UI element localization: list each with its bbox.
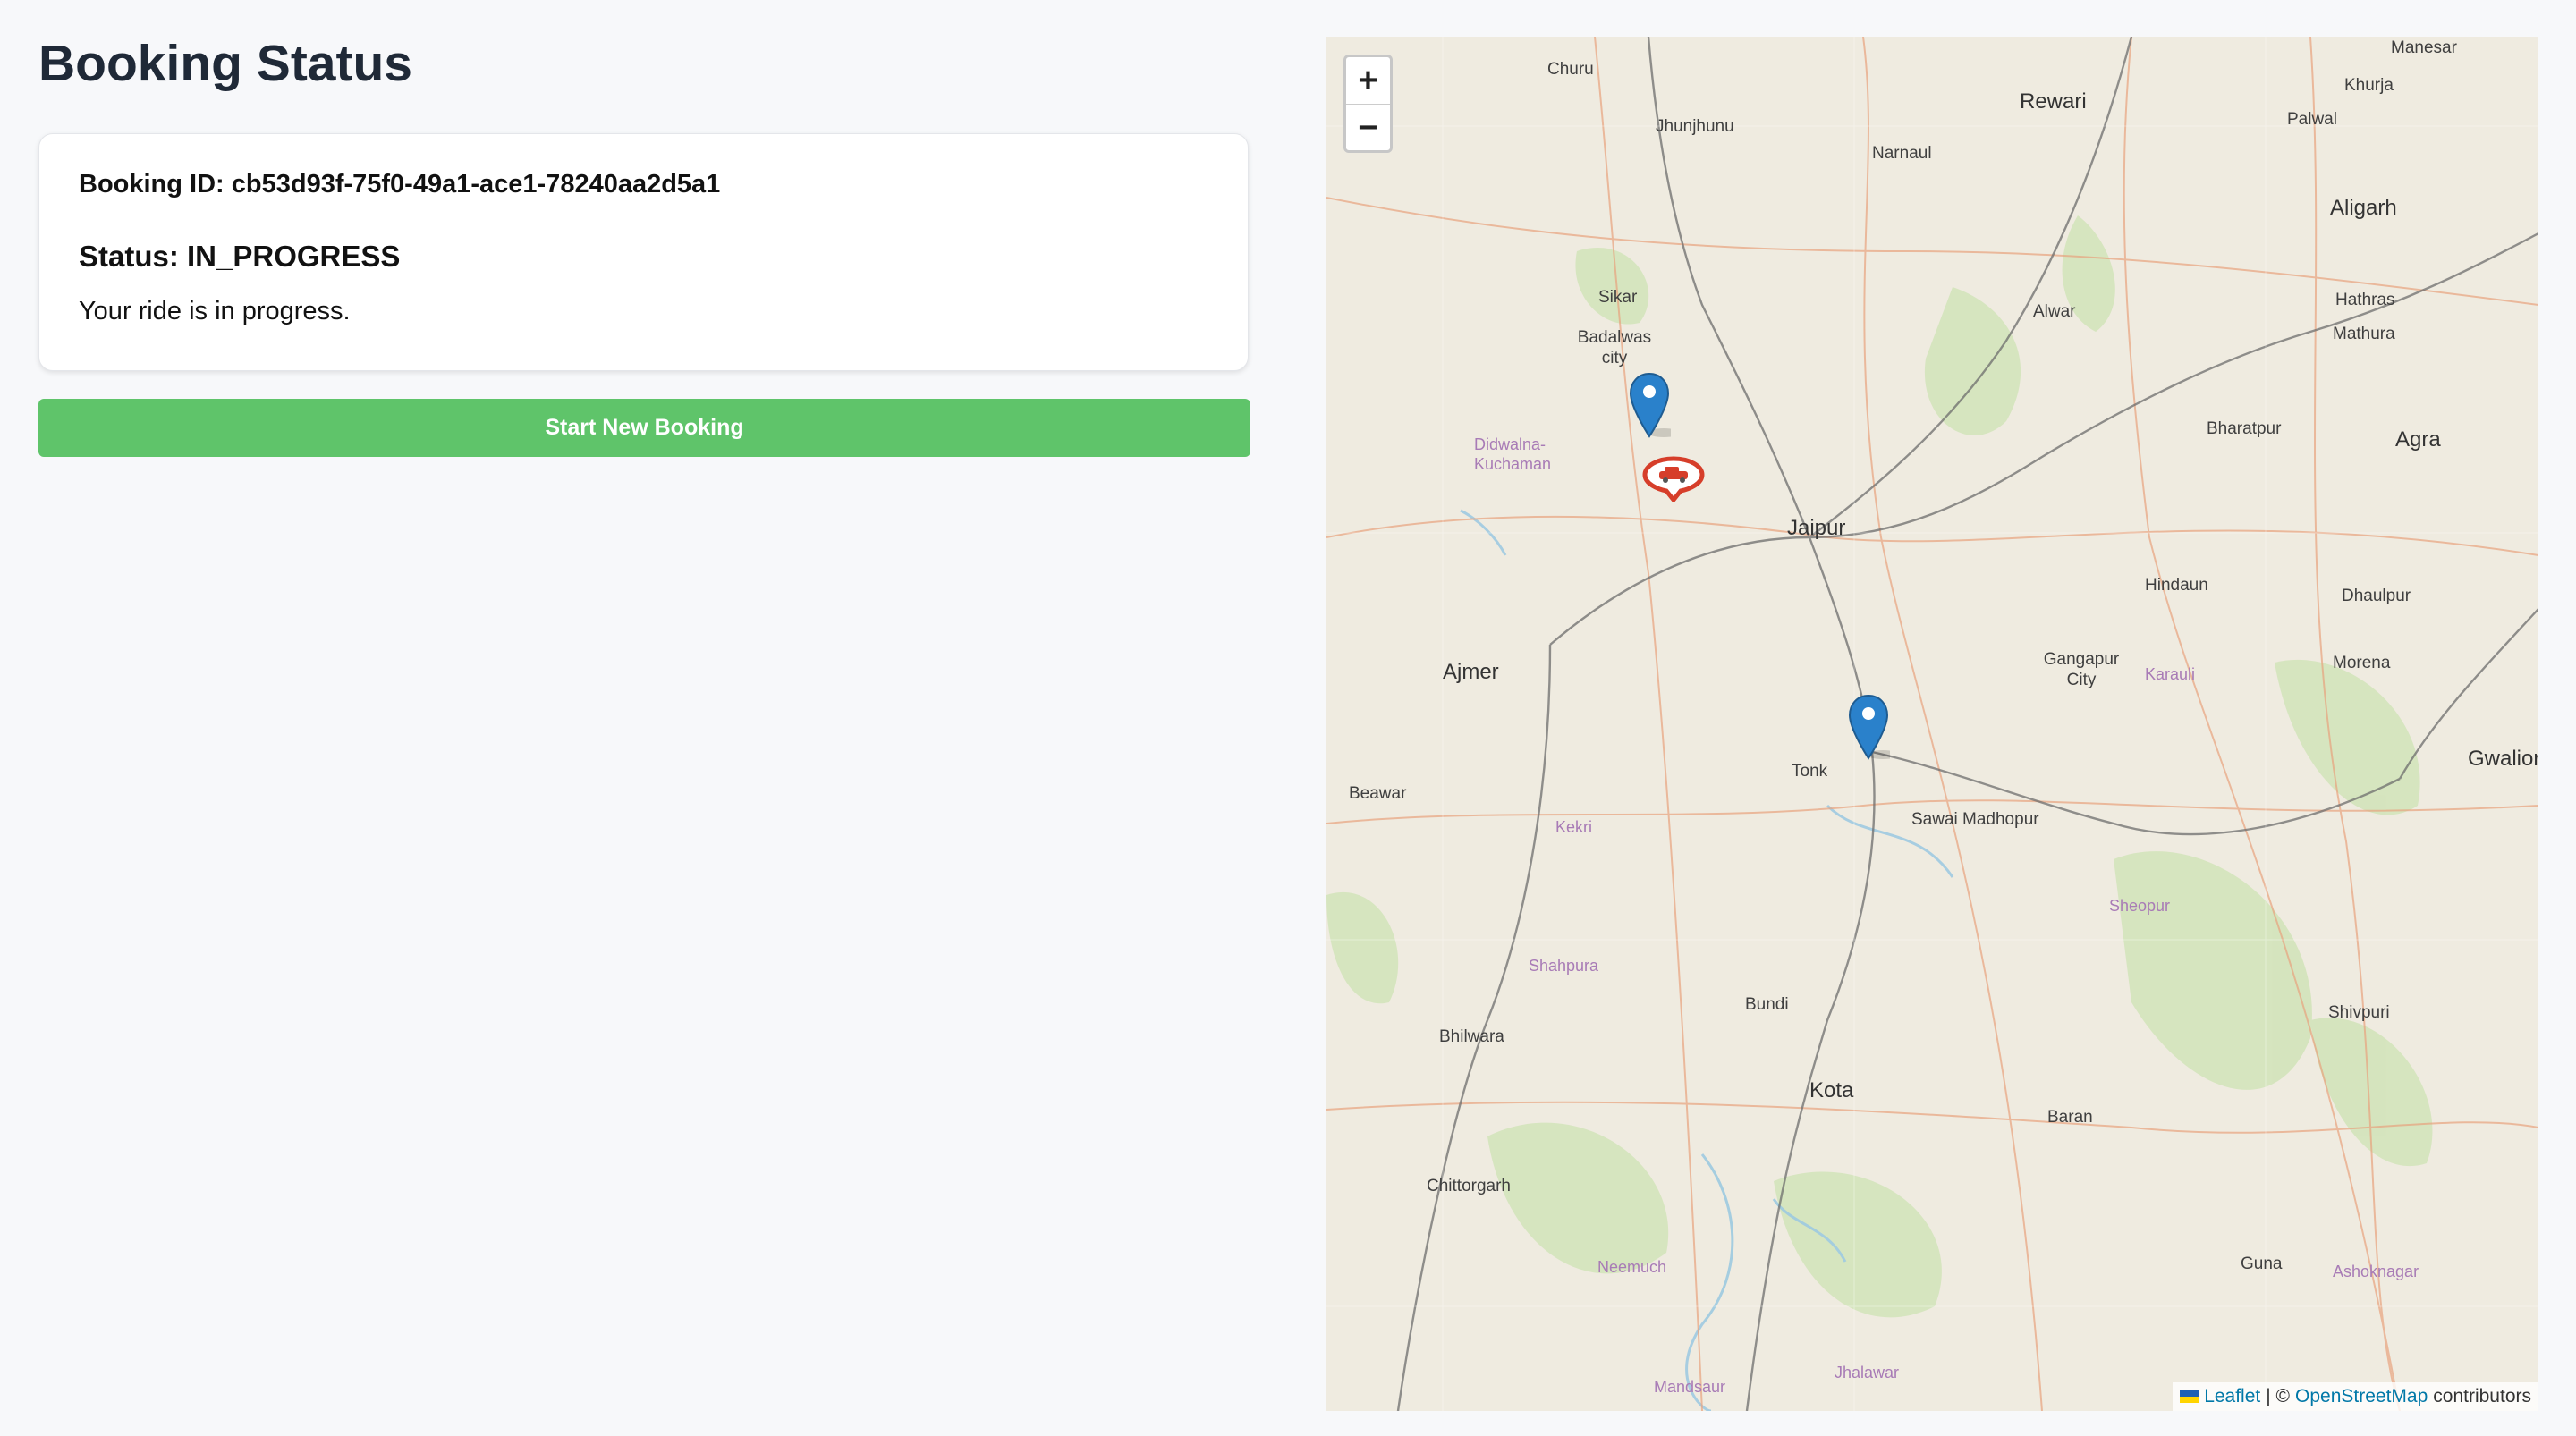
map-label-jhalawar: Jhalawar: [1835, 1364, 1900, 1381]
map-label-dhaulpur: Dhaulpur: [2342, 587, 2411, 605]
map-label-hindaun: Hindaun: [2145, 576, 2208, 595]
map-label-mandsaur: Mandsaur: [1654, 1378, 1726, 1396]
map-label-alwar: Alwar: [2033, 302, 2076, 321]
map-label-chittorgarh: Chittorgarh: [1427, 1177, 1511, 1195]
map-label-sheopur: Sheopur: [2109, 897, 2171, 915]
map-label-neemuch: Neemuch: [1597, 1258, 1667, 1276]
map-label-shahpura: Shahpura: [1529, 957, 1599, 975]
map-label-palwal: Palwal: [2287, 110, 2337, 129]
map-label-agra: Agra: [2395, 427, 2441, 452]
osm-link[interactable]: OpenStreetMap: [2295, 1386, 2428, 1407]
map-label-aligarh: Aligarh: [2330, 196, 2397, 220]
map-label-guna: Guna: [2241, 1254, 2283, 1273]
map-label-beawar: Beawar: [1349, 784, 1407, 803]
map-label-gangapur: Gangapur City: [2043, 650, 2120, 689]
status-message: Your ride is in progress.: [79, 297, 351, 325]
map-label-narnaul: Narnaul: [1872, 144, 1932, 163]
map-label-shivpuri: Shivpuri: [2328, 1003, 2390, 1022]
map-label-kekri: Kekri: [1555, 818, 1593, 836]
map-label-rewari: Rewari: [2020, 89, 2087, 114]
map-label-mathura: Mathura: [2333, 325, 2395, 343]
zoom-out-button[interactable]: −: [1346, 105, 1390, 151]
map-label-bharatpur: Bharatpur: [2207, 419, 2282, 438]
map-label-sawai-madhopur: Sawai Madhopur: [1911, 810, 2039, 829]
map-label-tonk: Tonk: [1792, 762, 1828, 781]
pickup-marker-icon[interactable]: [1628, 372, 1680, 438]
map-label-kota: Kota: [1809, 1078, 1854, 1102]
booking-card: Booking ID: cb53d93f-75f0-49a1-ace1-7824…: [38, 133, 1249, 371]
map-tiles[interactable]: [1326, 37, 2538, 1411]
attribution-separator: | ©: [2266, 1386, 2291, 1406]
map-label-badalwas: Badalwas city: [1577, 328, 1652, 367]
map-label-ashoknagar: Ashoknagar: [2333, 1263, 2419, 1280]
map-label-didwalna: Didwalna-Kuchaman: [1474, 435, 1552, 473]
dropoff-marker-icon[interactable]: [1847, 694, 1899, 760]
map-label-jaipur: Jaipur: [1787, 516, 1846, 540]
map-label-baran: Baran: [2047, 1108, 2093, 1127]
map-label-sikar: Sikar: [1598, 288, 1638, 307]
start-new-booking-button[interactable]: Start New Booking: [38, 399, 1250, 457]
map-label-gwalior: Gwalior: [2468, 747, 2538, 771]
map-label-manesar: Manesar: [2391, 38, 2457, 57]
map[interactable]: Manesar Churu Rewari Khurja Palwal Jhunj…: [1326, 37, 2538, 1411]
map-label-bhilwara: Bhilwara: [1439, 1027, 1504, 1046]
leaflet-link[interactable]: Leaflet: [2204, 1386, 2260, 1407]
map-label-karauli: Karauli: [2145, 665, 2196, 683]
map-label-morena: Morena: [2333, 654, 2391, 672]
map-label-hathras: Hathras: [2335, 291, 2395, 309]
page-title: Booking Status: [38, 35, 413, 92]
map-label-ajmer: Ajmer: [1443, 660, 1499, 684]
booking-status: Status: IN_PROGRESS: [79, 240, 401, 273]
map-label-churu: Churu: [1547, 60, 1594, 79]
map-label-bundi: Bundi: [1745, 995, 1789, 1014]
zoom-control: + −: [1343, 55, 1393, 153]
map-attribution: Leaflet | © OpenStreetMap contributors: [2173, 1382, 2538, 1411]
car-marker-icon[interactable]: [1641, 455, 1706, 504]
zoom-in-button[interactable]: +: [1346, 57, 1390, 105]
map-label-khurja: Khurja: [2344, 76, 2394, 95]
map-label-jhunjhunu: Jhunjhunu: [1656, 117, 1734, 136]
attribution-suffix: contributors: [2433, 1386, 2531, 1406]
ukraine-flag-icon: [2180, 1390, 2199, 1403]
booking-id: Booking ID: cb53d93f-75f0-49a1-ace1-7824…: [79, 170, 721, 199]
